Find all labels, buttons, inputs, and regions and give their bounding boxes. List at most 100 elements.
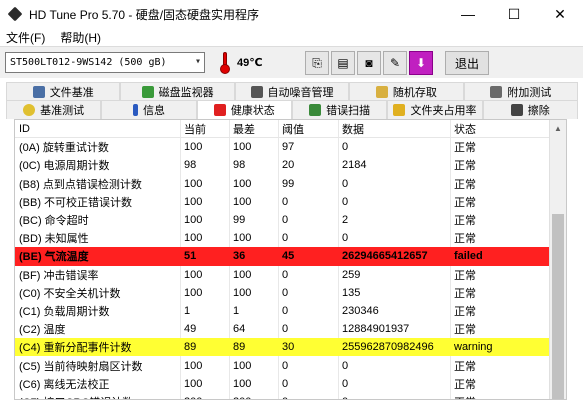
- cell-data: 0: [339, 192, 451, 211]
- copy-text-icon: ⎘: [312, 55, 322, 70]
- window-controls: — ☐ ✕: [445, 0, 583, 28]
- scrollbar-thumb[interactable]: [552, 214, 564, 399]
- folder-icon: [393, 104, 406, 116]
- menu-help[interactable]: 帮助(H): [54, 29, 110, 46]
- maximize-button[interactable]: ☐: [491, 0, 537, 28]
- cell-thr: 0: [279, 374, 339, 393]
- column-header-worst[interactable]: 最差: [230, 120, 279, 138]
- grid-header: ID 当前 最差 阈值 数据 状态: [15, 120, 566, 139]
- cell-status: 正常: [454, 142, 476, 155]
- screenshot-button[interactable]: ◙: [357, 51, 381, 75]
- menu-file[interactable]: 文件(F): [0, 29, 54, 46]
- cell-id: (BD) 未知属性: [15, 229, 181, 248]
- tab-random-access[interactable]: 随机存取: [349, 82, 464, 100]
- tab-benchmark[interactable]: 基准测试: [6, 100, 102, 119]
- table-row[interactable]: (C1) 负载周期计数 1 1 0 230346 正常: [15, 301, 566, 321]
- cell-data: 2: [339, 210, 451, 230]
- column-header-status[interactable]: 状态: [451, 120, 517, 137]
- cell-id: (C1) 负载周期计数: [15, 301, 181, 321]
- drive-select[interactable]: ST500LT012-9WS142 (500 gB) ▾: [5, 52, 205, 73]
- copy-screen-button[interactable]: ▤: [331, 51, 355, 75]
- cell-status: 正常: [454, 324, 476, 337]
- cell-id: (C4) 重新分配事件计数: [15, 338, 181, 357]
- table-row[interactable]: (C2) 温度 49 64 0 12884901937 正常: [15, 320, 566, 339]
- table-row[interactable]: (0A) 旋转重试计数 100 100 97 0 正常: [15, 138, 566, 157]
- cell-worst: 100: [230, 283, 279, 302]
- close-button[interactable]: ✕: [537, 0, 583, 28]
- save-button[interactable]: ⬇: [409, 51, 433, 75]
- tab-health[interactable]: 健康状态: [196, 100, 292, 119]
- table-row[interactable]: (BD) 未知属性 100 100 0 0 正常: [15, 229, 566, 248]
- cell-data: 255962870982496: [339, 338, 451, 357]
- copy-text-button[interactable]: ⎘: [305, 51, 329, 75]
- vertical-scrollbar[interactable]: ▲: [549, 120, 566, 399]
- cell-status: warning: [454, 341, 493, 354]
- options-button[interactable]: ✎: [383, 51, 407, 75]
- exit-button[interactable]: 退出: [445, 51, 489, 75]
- table-row[interactable]: (BE) 气流温度 51 36 45 26294665412657 failed: [15, 247, 566, 266]
- table-row[interactable]: (C0) 不安全关机计数 100 100 0 135 正常: [15, 283, 566, 302]
- cell-worst: 36: [230, 247, 279, 266]
- table-row[interactable]: (B8) 点到点错误检测计数 100 100 99 0 正常: [15, 174, 566, 193]
- column-header-current[interactable]: 当前: [181, 120, 230, 138]
- cell-data: 12884901937: [339, 320, 451, 339]
- tab-disk-monitor[interactable]: 磁盘监视器: [120, 82, 235, 100]
- tab-row-bottom: 基准测试 信息 健康状态 错误扫描 文件夹占用率 擦除: [6, 100, 578, 119]
- camera-icon: ◙: [365, 56, 373, 70]
- window-title: HD Tune Pro 5.70 - 硬盘/固态硬盘实用程序: [29, 7, 260, 22]
- cell-thr: 0: [279, 283, 339, 302]
- tab-erase[interactable]: 擦除: [482, 100, 578, 119]
- cell-worst: 100: [230, 192, 279, 211]
- temperature-readout: 49℃: [237, 57, 263, 69]
- table-row[interactable]: (C7) 接口CRC错误计数20020000正常: [15, 392, 566, 399]
- column-header-id[interactable]: ID: [15, 120, 181, 138]
- column-header-threshold[interactable]: 阈值: [279, 120, 339, 138]
- table-row[interactable]: (BF) 冲击错误率 100 100 0 259 正常: [15, 265, 566, 284]
- table-row[interactable]: (BC) 命令超时 100 99 0 2 正常: [15, 210, 566, 230]
- cell-cur: 51: [181, 247, 230, 266]
- table-row[interactable]: (BB) 不可校正错误计数 100 100 0 0 正常: [15, 192, 566, 211]
- cell-data: 0: [339, 229, 451, 248]
- cell-worst: 89: [230, 338, 279, 357]
- file-benchmark-icon: [32, 85, 45, 98]
- tab-error-scan[interactable]: 错误扫描: [291, 100, 388, 119]
- cell-data: 0: [339, 374, 451, 393]
- cell-id: (C7) 接口CRC错误计数: [15, 392, 181, 399]
- cell-id: (C5) 当前待映射扇区计数: [15, 356, 181, 375]
- cell-cur: 100: [181, 192, 230, 211]
- tab-folder-usage[interactable]: 文件夹占用率: [387, 100, 483, 119]
- minimize-button[interactable]: —: [445, 0, 491, 28]
- error-scan-icon: [309, 104, 322, 116]
- cell-data: 230346: [339, 301, 451, 321]
- speaker-icon: [250, 85, 263, 98]
- table-row[interactable]: (C6) 离线无法校正 100 100 0 0 正常: [15, 374, 566, 393]
- cell-status: 正常: [451, 393, 517, 399]
- cell-cur: 100: [181, 356, 230, 375]
- cell-worst: 200: [230, 392, 279, 399]
- tab-info[interactable]: 信息: [101, 100, 197, 119]
- table-row[interactable]: (C4) 重新分配事件计数 89 89 30 255962870982496 warnin…: [15, 338, 566, 357]
- cell-id: (C6) 离线无法校正: [15, 374, 181, 393]
- cell-id: (C0) 不安全关机计数: [15, 283, 181, 302]
- cell-data: 0: [339, 174, 451, 193]
- tab-file-benchmark[interactable]: 文件基准: [6, 82, 121, 100]
- cell-cur: 100: [181, 374, 230, 393]
- table-row[interactable]: (0C) 电源周期计数 98 98 20 2184 正常: [15, 156, 566, 175]
- tab-extra-tests[interactable]: 附加测试: [463, 82, 579, 100]
- cell-id: (BF) 冲击错误率: [15, 265, 181, 284]
- cell-cur: 49: [181, 320, 230, 339]
- cell-cur: 1: [181, 301, 230, 321]
- menu-bar: 文件(F) 帮助(H): [0, 28, 583, 46]
- disk-monitor-icon: [141, 85, 154, 98]
- cell-thr: 30: [279, 338, 339, 357]
- cell-cur: 100: [181, 138, 230, 157]
- cell-worst: 64: [230, 320, 279, 339]
- scroll-up-icon[interactable]: ▲: [550, 120, 566, 137]
- cell-status: 正常: [454, 215, 476, 228]
- cell-id: (0C) 电源周期计数: [15, 156, 181, 175]
- extra-tests-icon: [490, 85, 503, 98]
- cell-thr: 0: [279, 392, 339, 399]
- tab-aam[interactable]: 自动噪音管理: [234, 82, 350, 100]
- column-header-data[interactable]: 数据: [339, 120, 451, 138]
- table-row[interactable]: (C5) 当前待映射扇区计数 100 100 0 0 正常: [15, 356, 566, 375]
